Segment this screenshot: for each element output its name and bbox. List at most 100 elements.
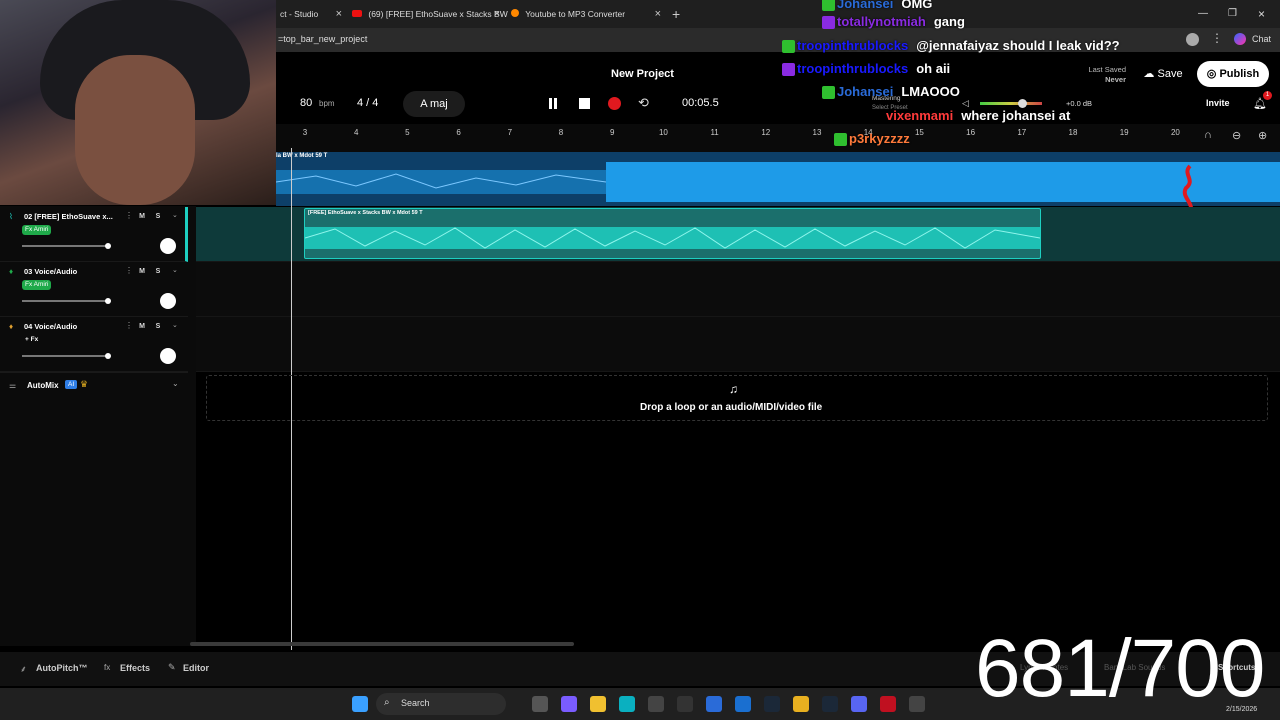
window-close-icon[interactable]: × bbox=[1258, 4, 1265, 24]
ruler-tick-label: 3 bbox=[302, 128, 308, 137]
automix-row[interactable]: ⚌ AutoMix AI ♛ ⌄ bbox=[0, 372, 188, 398]
webcam-overlay bbox=[0, 0, 276, 205]
app-icon[interactable] bbox=[677, 696, 693, 712]
track-row-02[interactable]: ⌇ 02 [FREE] EthoSuave x... ⋮ M S ⌄ Fx Am… bbox=[0, 207, 188, 262]
solo-button[interactable]: S bbox=[151, 321, 165, 333]
fx-button[interactable]: Fx Amiri bbox=[22, 225, 52, 235]
volume-thumb[interactable] bbox=[1018, 99, 1027, 108]
close-icon[interactable]: × bbox=[336, 4, 342, 24]
add-fx-button[interactable]: + Fx bbox=[22, 335, 41, 345]
file-explorer-icon[interactable] bbox=[590, 696, 606, 712]
editor-button[interactable]: Editor bbox=[183, 663, 209, 673]
close-icon[interactable]: × bbox=[655, 4, 661, 24]
tab-youtube-video[interactable]: (69) [FREE] EthoSuave x Stacks BW × bbox=[352, 4, 508, 24]
loop-icon[interactable]: ⟲ bbox=[638, 95, 649, 111]
mail-icon[interactable] bbox=[735, 696, 751, 712]
editor-app-icon[interactable] bbox=[706, 696, 722, 712]
new-tab-button[interactable]: + bbox=[672, 4, 680, 24]
volume-slider[interactable] bbox=[22, 353, 111, 359]
record-icon[interactable] bbox=[608, 97, 621, 110]
clip-title: [FREE] EthoSuave x Stacks BW x Mdot 59 T bbox=[308, 210, 423, 216]
timeline-ruler[interactable]: 3 4 5 6 7 8 9 10 11 12 13 14 15 16 17 18 19 20 ∩ ⊖ ⊕ bbox=[270, 124, 1280, 152]
steam-icon[interactable] bbox=[764, 696, 780, 712]
steam-icon-2[interactable] bbox=[822, 696, 838, 712]
kebab-icon[interactable]: ⋮ bbox=[125, 321, 133, 330]
horizontal-scrollbar[interactable] bbox=[190, 642, 574, 646]
slider-thumb[interactable] bbox=[105, 298, 111, 304]
slider-thumb[interactable] bbox=[105, 353, 111, 359]
save-button[interactable]: ☁ Save bbox=[1134, 61, 1192, 87]
kebab-icon[interactable]: ⋮ bbox=[125, 211, 133, 220]
volume-slider[interactable] bbox=[980, 99, 1042, 108]
slider-thumb[interactable] bbox=[105, 243, 111, 249]
lane-04[interactable] bbox=[196, 317, 1280, 372]
copilot-icon[interactable] bbox=[1234, 33, 1246, 45]
chat-label[interactable]: Chat bbox=[1252, 34, 1271, 44]
chevron-down-icon[interactable]: ⌄ bbox=[172, 266, 178, 274]
track-row-04[interactable]: ♦ 04 Voice/Audio ⋮ M S ⌄ + Fx bbox=[0, 317, 188, 372]
rockstar-icon[interactable] bbox=[793, 696, 809, 712]
maximize-icon[interactable]: ❐ bbox=[1228, 4, 1237, 24]
chat-username: vixenmami bbox=[886, 108, 954, 123]
kebab-icon[interactable]: ⋮ bbox=[125, 266, 133, 275]
ruler-tick-label: 12 bbox=[761, 128, 771, 137]
windows-start-icon[interactable] bbox=[352, 696, 368, 712]
copilot-taskbar-icon[interactable] bbox=[561, 696, 577, 712]
tab-studio[interactable]: ct - Studio × bbox=[280, 4, 342, 24]
track-name[interactable]: 03 Voice/Audio bbox=[24, 267, 77, 276]
audio-clip-teal[interactable]: [FREE] EthoSuave x Stacks BW x Mdot 59 T bbox=[304, 208, 1041, 259]
mute-button[interactable]: M bbox=[135, 266, 149, 278]
project-title[interactable]: New Project bbox=[611, 68, 674, 80]
opera-icon[interactable] bbox=[880, 696, 896, 712]
edge-icon[interactable] bbox=[619, 696, 635, 712]
drop-zone[interactable]: ♫ Drop a loop or an audio/MIDI/video fil… bbox=[206, 375, 1268, 421]
automix-label: AutoMix bbox=[27, 381, 59, 390]
ruler-tick-label: 13 bbox=[812, 128, 822, 137]
fx-button[interactable]: Fx Amiri bbox=[22, 280, 52, 290]
publish-button[interactable]: ◎ Publish bbox=[1197, 61, 1269, 87]
mute-button[interactable]: M bbox=[135, 211, 149, 223]
chevron-down-icon[interactable]: ⌄ bbox=[172, 379, 179, 388]
pan-knob[interactable] bbox=[160, 348, 176, 364]
face-shape bbox=[75, 55, 195, 205]
close-icon[interactable]: × bbox=[494, 4, 500, 24]
minimize-icon[interactable]: — bbox=[1198, 4, 1208, 24]
taskbar-search[interactable]: ⌕ Search bbox=[376, 693, 506, 715]
invite-button[interactable]: Invite bbox=[1206, 98, 1230, 108]
tab-mp3-converter[interactable]: Youtube to MP3 Converter × bbox=[511, 4, 661, 24]
waveform-blue[interactable] bbox=[276, 160, 1280, 204]
effects-button[interactable]: Effects bbox=[120, 663, 150, 673]
profile-icon[interactable] bbox=[1186, 33, 1199, 46]
store-icon[interactable] bbox=[648, 696, 664, 712]
zoom-out-icon[interactable]: ⊖ bbox=[1232, 129, 1241, 142]
key-selector[interactable]: A maj bbox=[403, 91, 465, 117]
volume-slider[interactable] bbox=[22, 298, 111, 304]
chevron-down-icon[interactable]: ⌄ bbox=[172, 211, 178, 219]
clip-title: la BW x Mdot 59 T bbox=[276, 153, 328, 159]
autopitch-button[interactable]: AutoPitch™ bbox=[36, 663, 88, 673]
chat-badge-icon bbox=[822, 86, 835, 100]
track-row-03[interactable]: ♦ 03 Voice/Audio ⋮ M S ⌄ Fx Amiri bbox=[0, 262, 188, 317]
mute-button[interactable]: M bbox=[135, 321, 149, 333]
solo-button[interactable]: S bbox=[151, 266, 165, 278]
track-name[interactable]: 04 Voice/Audio bbox=[24, 322, 77, 331]
time-signature[interactable]: 4 / 4 bbox=[357, 97, 378, 109]
task-view-icon[interactable] bbox=[532, 696, 548, 712]
lane-03[interactable] bbox=[196, 262, 1280, 317]
pause-icon[interactable] bbox=[549, 98, 552, 109]
pan-knob[interactable] bbox=[160, 238, 176, 254]
discord-icon[interactable] bbox=[851, 696, 867, 712]
pan-knob[interactable] bbox=[160, 293, 176, 309]
chat-username: troopinthrublocks bbox=[797, 61, 909, 76]
github-icon[interactable] bbox=[909, 696, 925, 712]
solo-button[interactable]: S bbox=[151, 211, 165, 223]
track-name[interactable]: 02 [FREE] EthoSuave x... bbox=[24, 212, 113, 221]
publish-label: Publish bbox=[1219, 68, 1260, 80]
tempo-value[interactable]: 80 bbox=[300, 97, 312, 109]
magnet-icon[interactable]: ∩ bbox=[1204, 129, 1212, 141]
stop-icon[interactable] bbox=[579, 98, 590, 109]
zoom-in-icon[interactable]: ⊕ bbox=[1258, 129, 1267, 142]
chevron-down-icon[interactable]: ⌄ bbox=[172, 321, 178, 329]
menu-dots-icon[interactable]: ⋮ bbox=[1211, 31, 1223, 45]
volume-slider[interactable] bbox=[22, 243, 111, 249]
